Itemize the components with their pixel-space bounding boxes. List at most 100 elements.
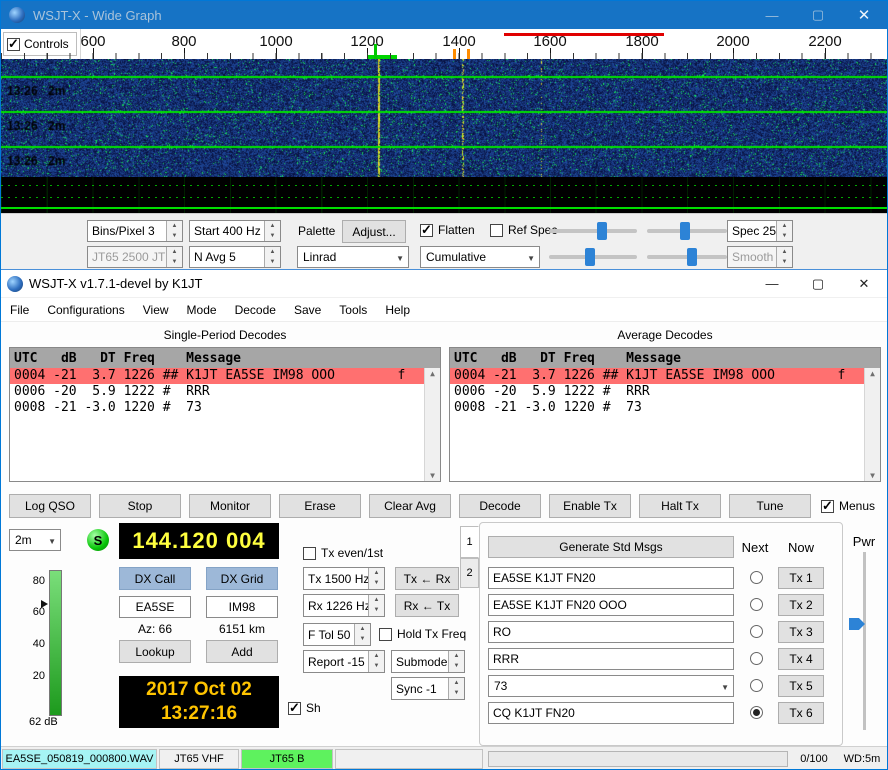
wide-graph-titlebar[interactable]: WSJT-X - Wide Graph — ▢ ✕ xyxy=(1,1,887,29)
slider-handle[interactable] xyxy=(585,248,595,266)
menu-decode[interactable]: Decode xyxy=(226,299,285,321)
monitor-button[interactable]: Monitor xyxy=(189,494,271,518)
start-freq-spinner[interactable]: Start 400 Hz xyxy=(189,220,281,242)
menu-mode[interactable]: Mode xyxy=(178,299,226,321)
menu-view[interactable]: View xyxy=(134,299,178,321)
bins-pixel-spinner[interactable]: Bins/Pixel 3 xyxy=(87,220,183,242)
maximize-icon[interactable]: ▢ xyxy=(795,1,841,29)
spinner-arrows-icon[interactable] xyxy=(448,678,464,699)
tab-1[interactable]: 1 xyxy=(460,526,479,558)
tx5-now-button[interactable]: Tx 5 xyxy=(778,675,824,697)
decode-row[interactable]: 0004 -21 3.7 1226 ## K1JT EA5SE IM98 OOO… xyxy=(450,368,865,384)
tx2-now-button[interactable]: Tx 2 xyxy=(778,594,824,616)
menu-configurations[interactable]: Configurations xyxy=(38,299,133,321)
clear-avg-button[interactable]: Clear Avg xyxy=(369,494,451,518)
spinner-arrows-icon[interactable] xyxy=(368,568,384,589)
hold-tx-freq-checkbox-row[interactable]: Hold Tx Freq xyxy=(379,627,466,641)
spinner-arrows-icon[interactable] xyxy=(354,624,370,645)
slider-handle[interactable] xyxy=(597,222,607,240)
zero-slider-1[interactable] xyxy=(647,220,727,242)
scroll-up-icon[interactable]: ▲ xyxy=(865,369,880,378)
dx-grid-button[interactable]: DX Grid xyxy=(206,567,278,590)
pwr-slider-groove[interactable] xyxy=(863,552,866,730)
controls-checkbox[interactable] xyxy=(7,38,20,51)
average-decodes-panel[interactable]: UTC dB DT Freq Message 0004 -21 3.7 1226… xyxy=(449,347,881,482)
scroll-up-icon[interactable]: ▲ xyxy=(425,369,440,378)
gain-slider-1[interactable] xyxy=(549,220,637,242)
dx-call-field[interactable] xyxy=(119,596,191,618)
decode-row[interactable]: 0008 -21 -3.0 1220 # 73 xyxy=(10,400,425,416)
display-mode-select[interactable]: Cumulative xyxy=(420,246,540,268)
menu-tools[interactable]: Tools xyxy=(330,299,376,321)
tx4-next-radio[interactable] xyxy=(750,652,763,665)
menu-file[interactable]: File xyxy=(1,299,38,321)
tx-even-checkbox[interactable] xyxy=(303,547,316,560)
enable-tx-button[interactable]: Enable Tx xyxy=(549,494,631,518)
spinner-arrows-icon[interactable] xyxy=(776,221,792,241)
tx4-message-field[interactable] xyxy=(488,648,734,670)
tx6-next-radio[interactable] xyxy=(750,706,763,719)
band-select[interactable]: 2m xyxy=(9,529,61,551)
tx-freq-spinner[interactable]: Tx 1500 Hz xyxy=(303,567,385,590)
tx-from-rx-button[interactable]: Tx ← Rx xyxy=(395,567,459,590)
spec-percent-spinner[interactable]: Spec 25 % xyxy=(727,220,793,242)
scrollbar[interactable]: ▲▼ xyxy=(424,368,440,481)
flatten-checkbox-row[interactable]: Flatten xyxy=(420,223,475,237)
rx-from-tx-button[interactable]: Rx ← Tx xyxy=(395,594,459,617)
menu-save[interactable]: Save xyxy=(285,299,330,321)
ref-spec-checkbox-row[interactable]: Ref Spec xyxy=(490,223,557,237)
scrollbar[interactable]: ▲▼ xyxy=(864,368,880,481)
spinner-arrows-icon[interactable] xyxy=(448,651,464,672)
tx-even-checkbox-row[interactable]: Tx even/1st xyxy=(303,546,383,560)
sh-checkbox-row[interactable]: Sh xyxy=(288,701,321,715)
spectrum-display[interactable] xyxy=(1,177,887,213)
spinner-arrows-icon[interactable] xyxy=(368,651,384,672)
tx1-next-radio[interactable] xyxy=(750,571,763,584)
dx-call-button[interactable]: DX Call xyxy=(119,567,191,590)
tx6-message-field[interactable] xyxy=(488,702,734,724)
sync-spinner[interactable]: Sync -1 xyxy=(391,677,465,700)
tune-button[interactable]: Tune xyxy=(729,494,811,518)
tx5-message-select[interactable]: 73 xyxy=(488,675,734,697)
decode-row[interactable]: 0006 -20 5.9 1222 # RRR xyxy=(450,384,865,400)
single-period-decodes-panel[interactable]: UTC dB DT Freq Message 0004 -21 3.7 1226… xyxy=(9,347,441,482)
spinner-arrows-icon[interactable] xyxy=(166,221,182,241)
spinner-arrows-icon[interactable] xyxy=(264,247,280,267)
close-icon[interactable]: ✕ xyxy=(841,270,887,298)
erase-button[interactable]: Erase xyxy=(279,494,361,518)
tx3-message-field[interactable] xyxy=(488,621,734,643)
tx3-now-button[interactable]: Tx 3 xyxy=(778,621,824,643)
frequency-scale[interactable]: Controls 600 800 1000 1200 1400 1600 180… xyxy=(1,29,887,59)
log-qso-button[interactable]: Log QSO xyxy=(9,494,91,518)
tx1-now-button[interactable]: Tx 1 xyxy=(778,567,824,589)
minimize-icon[interactable]: — xyxy=(749,1,795,29)
adjust-button[interactable]: Adjust... xyxy=(342,220,406,243)
waterfall-display[interactable] xyxy=(1,59,887,177)
ftol-spinner[interactable]: F Tol 50 xyxy=(303,623,371,646)
n-avg-spinner[interactable]: N Avg 5 xyxy=(189,246,281,268)
lookup-button[interactable]: Lookup xyxy=(119,640,191,663)
spinner-arrows-icon[interactable] xyxy=(264,221,280,241)
generate-std-msgs-button[interactable]: Generate Std Msgs xyxy=(488,536,734,558)
menus-checkbox[interactable] xyxy=(821,500,834,513)
hold-tx-freq-checkbox[interactable] xyxy=(379,628,392,641)
close-icon[interactable]: ✕ xyxy=(841,1,887,29)
main-titlebar[interactable]: WSJT-X v1.7.1-devel by K1JT — ▢ ✕ xyxy=(1,270,887,298)
tx6-now-button[interactable]: Tx 6 xyxy=(778,702,824,724)
spinner-arrows-icon[interactable] xyxy=(368,595,384,616)
stop-button[interactable]: Stop xyxy=(99,494,181,518)
decode-row[interactable]: 0008 -21 -3.0 1220 # 73 xyxy=(450,400,865,416)
rx-freq-spinner[interactable]: Rx 1226 Hz xyxy=(303,594,385,617)
scroll-down-icon[interactable]: ▼ xyxy=(865,471,880,480)
add-button[interactable]: Add xyxy=(206,640,278,663)
minimize-icon[interactable]: — xyxy=(749,270,795,298)
dx-grid-field[interactable] xyxy=(206,596,278,618)
decode-row[interactable]: 0006 -20 5.9 1222 # RRR xyxy=(10,384,425,400)
slider-handle[interactable] xyxy=(680,222,690,240)
report-spinner[interactable]: Report -15 xyxy=(303,650,385,673)
tx4-now-button[interactable]: Tx 4 xyxy=(778,648,824,670)
sh-checkbox[interactable] xyxy=(288,702,301,715)
zero-slider-2[interactable] xyxy=(647,246,727,268)
decode-row[interactable]: 0004 -21 3.7 1226 ## K1JT EA5SE IM98 OOO… xyxy=(10,368,425,384)
tx1-message-field[interactable] xyxy=(488,567,734,589)
